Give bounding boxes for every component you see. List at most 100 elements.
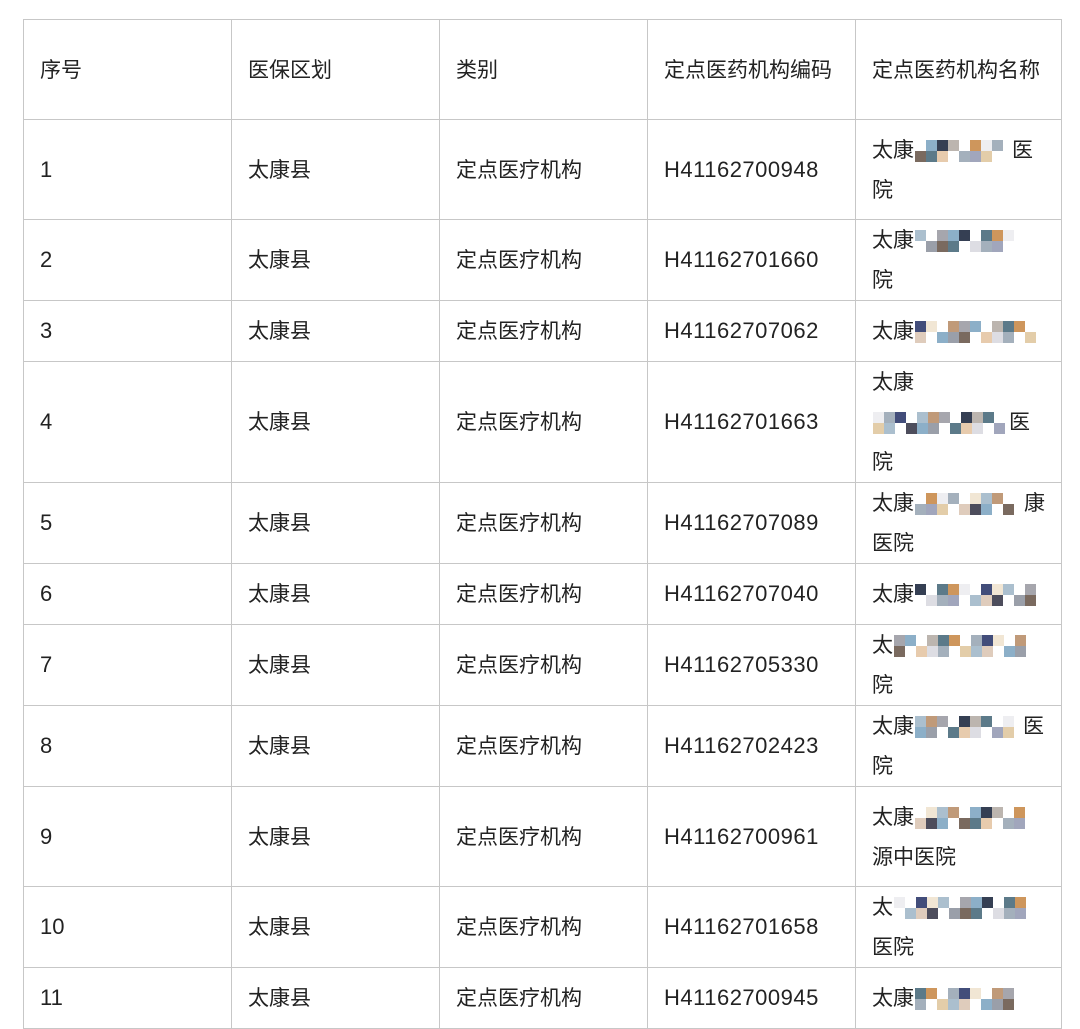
cell-serial-number: 5	[23, 482, 232, 564]
header-institution-code: 定点医药机构编码	[647, 19, 856, 120]
cell-insurance-region: 太康县	[231, 482, 440, 564]
redacted-mosaic	[915, 228, 1024, 254]
header-institution-name: 定点医药机构名称	[855, 19, 1062, 120]
table-row: 9 太康县 定点医疗机构 H41162700961 太康 源中医院	[23, 786, 1062, 887]
cell-category: 定点医疗机构	[439, 624, 648, 706]
cell-institution-name: 太康	[855, 563, 1062, 625]
institution-name-prefix: 太康	[872, 228, 914, 252]
header-category: 类别	[439, 19, 648, 120]
cell-category: 定点医疗机构	[439, 482, 648, 564]
redacted-mosaic	[915, 491, 1023, 517]
cell-serial-number: 11	[23, 967, 232, 1029]
institution-name-prefix: 太康	[872, 319, 914, 343]
redacted-mosaic	[873, 410, 1008, 436]
institution-name-prefix: 太康	[872, 714, 914, 738]
cell-institution-code: H41162707089	[647, 482, 856, 564]
cell-category: 定点医疗机构	[439, 361, 648, 483]
institution-name-suffix: 院	[872, 673, 893, 697]
cell-institution-name: 太康 医院	[855, 119, 1062, 220]
table-row: 2 太康县 定点医疗机构 H41162701660 太康院	[23, 219, 1062, 301]
redacted-mosaic	[915, 582, 1036, 608]
redacted-mosaic	[915, 138, 1011, 164]
institution-name-prefix: 太康	[872, 137, 914, 162]
cell-institution-code: H41162701658	[647, 886, 856, 968]
cell-institution-name: 太康 医院	[855, 705, 1062, 787]
table-row: 8 太康县 定点医疗机构 H41162702423 太康 医院	[23, 705, 1062, 787]
header-insurance-region: 医保区划	[231, 19, 440, 120]
institution-name-prefix: 太康	[872, 804, 914, 829]
cell-institution-name: 太康 康医院	[855, 482, 1062, 564]
cell-serial-number: 7	[23, 624, 232, 706]
table-header-row: 序号 医保区划 类别 定点医药机构编码 定点医药机构名称	[23, 19, 1062, 120]
table-row: 10 太康县 定点医疗机构 H41162701658 太医院	[23, 886, 1062, 968]
cell-institution-name: 太院	[855, 624, 1062, 706]
institution-name-prefix: 太康	[872, 986, 914, 1010]
cell-institution-code: H41162700945	[647, 967, 856, 1029]
cell-insurance-region: 太康县	[231, 886, 440, 968]
cell-institution-name: 太医院	[855, 886, 1062, 968]
cell-category: 定点医疗机构	[439, 300, 648, 362]
cell-institution-code: H41162707040	[647, 563, 856, 625]
table-row: 5 太康县 定点医疗机构 H41162707089 太康 康医院	[23, 482, 1062, 564]
cell-institution-code: H41162700961	[647, 786, 856, 887]
table-row: 3 太康县 定点医疗机构 H41162707062 太康	[23, 300, 1062, 362]
cell-category: 定点医疗机构	[439, 886, 648, 968]
institution-name-suffix: 医院	[872, 935, 914, 959]
cell-insurance-region: 太康县	[231, 361, 440, 483]
cell-institution-code: H41162702423	[647, 705, 856, 787]
cell-institution-name: 太康院	[855, 219, 1062, 301]
cell-category: 定点医疗机构	[439, 786, 648, 887]
cell-institution-name: 太康 医院	[855, 361, 1062, 483]
table-row: 11 太康县 定点医疗机构 H41162700945 太康	[23, 967, 1062, 1029]
cell-insurance-region: 太康县	[231, 705, 440, 787]
cell-category: 定点医疗机构	[439, 219, 648, 301]
cell-category: 定点医疗机构	[439, 967, 648, 1029]
header-serial-number: 序号	[23, 19, 232, 120]
institution-name-prefix: 太康	[872, 582, 914, 606]
table-row: 1 太康县 定点医疗机构 H41162700948 太康 医院	[23, 119, 1062, 220]
document-page: 序号 医保区划 类别 定点医药机构编码 定点医药机构名称 1 太康县 定点医疗机构 H…	[23, 19, 1062, 1029]
cell-insurance-region: 太康县	[231, 219, 440, 301]
cell-institution-code: H41162705330	[647, 624, 856, 706]
institution-name-prefix: 太	[872, 633, 893, 657]
cell-insurance-region: 太康县	[231, 300, 440, 362]
cell-institution-name: 太康	[855, 300, 1062, 362]
cell-institution-code: H41162701663	[647, 361, 856, 483]
cell-institution-name: 太康	[855, 967, 1062, 1029]
redacted-mosaic	[894, 633, 1028, 659]
institution-name-suffix: 源中医院	[872, 844, 956, 869]
institution-name-suffix: 院	[872, 268, 893, 292]
cell-category: 定点医疗机构	[439, 119, 648, 220]
cell-serial-number: 4	[23, 361, 232, 483]
cell-institution-code: H41162701660	[647, 219, 856, 301]
table-row: 7 太康县 定点医疗机构 H41162705330 太院	[23, 624, 1062, 706]
cell-serial-number: 1	[23, 119, 232, 220]
table-body: 1 太康县 定点医疗机构 H41162700948 太康 医院 2 太康县 定点医疗机构 H411…	[23, 119, 1062, 1029]
cell-insurance-region: 太康县	[231, 563, 440, 625]
cell-serial-number: 6	[23, 563, 232, 625]
table-row: 6 太康县 定点医疗机构 H41162707040 太康	[23, 563, 1062, 625]
redacted-mosaic	[915, 714, 1022, 740]
cell-serial-number: 2	[23, 219, 232, 301]
cell-insurance-region: 太康县	[231, 967, 440, 1029]
cell-serial-number: 10	[23, 886, 232, 968]
cell-institution-code: H41162700948	[647, 119, 856, 220]
cell-category: 定点医疗机构	[439, 563, 648, 625]
redacted-mosaic	[894, 895, 1027, 921]
cell-category: 定点医疗机构	[439, 705, 648, 787]
medical-institution-table: 序号 医保区划 类别 定点医药机构编码 定点医药机构名称 1 太康县 定点医疗机构 H…	[23, 19, 1062, 1029]
institution-name-prefix: 太康	[872, 491, 914, 515]
redacted-mosaic	[915, 319, 1037, 345]
cell-institution-code: H41162707062	[647, 300, 856, 362]
cell-institution-name: 太康 源中医院	[855, 786, 1062, 887]
cell-insurance-region: 太康县	[231, 119, 440, 220]
redacted-mosaic	[915, 986, 1021, 1012]
cell-insurance-region: 太康县	[231, 786, 440, 887]
institution-name-prefix: 太康	[872, 370, 914, 394]
cell-insurance-region: 太康县	[231, 624, 440, 706]
cell-serial-number: 8	[23, 705, 232, 787]
institution-name-prefix: 太	[872, 895, 893, 919]
cell-serial-number: 3	[23, 300, 232, 362]
redacted-mosaic	[915, 805, 1035, 831]
table-row: 4 太康县 定点医疗机构 H41162701663 太康 医院	[23, 361, 1062, 483]
